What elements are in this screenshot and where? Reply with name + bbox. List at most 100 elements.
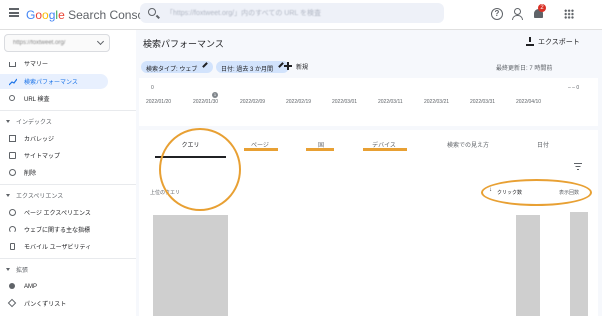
remove-icon (9, 169, 16, 176)
y-axis-zero-right: – – 0 (568, 85, 580, 91)
sidebar-item-label: URL 検査 (24, 97, 50, 103)
zero-label: 0 (576, 85, 580, 91)
x-tick: 2022/03/11 (378, 99, 403, 105)
logo-letter: e (58, 8, 65, 22)
search-icon (9, 95, 15, 101)
divider (0, 184, 136, 185)
redacted-impressions-column (570, 212, 588, 316)
sidebar-item-label: サイトマップ (24, 154, 61, 160)
chip-label: 検索タイプ: ウェブ (146, 67, 198, 73)
tab-highlight-underline (244, 148, 278, 151)
sidebar-item-label: カバレッジ (24, 137, 55, 143)
x-tick: 2022/03/31 (470, 99, 496, 105)
x-tick: 2022/04/10 (516, 99, 542, 105)
speed-icon (9, 226, 16, 233)
sidebar-item-page-experience[interactable]: ページ エクスペリエンス (0, 205, 136, 220)
chart-annotation-marker[interactable]: 1 (212, 92, 218, 98)
mobile-icon (10, 243, 15, 250)
top-bar: Google Search Console 「https://foxtweet.… (0, 0, 602, 30)
filter-line (577, 169, 579, 171)
sidebar-item-label: AMP (24, 283, 38, 290)
sidebar-item-removals[interactable]: 削除 (0, 165, 136, 180)
export-button[interactable]: エクスポート (538, 37, 580, 47)
url-inspect-search[interactable]: 「https://foxtweet.org/」内のすべての URL を検査 (140, 3, 444, 23)
filter-line (575, 166, 581, 168)
download-icon[interactable] (526, 37, 534, 46)
divider (0, 110, 136, 111)
x-tick: 2022/01/30 (193, 99, 219, 105)
sidebar-item-label: ウェブに関する主な指標 (24, 228, 91, 234)
property-selector[interactable]: https://foxtweet.org/ (4, 34, 110, 52)
sidebar-item-web-vitals[interactable]: ウェブに関する主な指標 (0, 222, 136, 237)
highlight-oval-query-tab (159, 128, 241, 211)
plus-icon[interactable] (284, 62, 292, 70)
apps-grid-icon[interactable] (564, 9, 574, 19)
filter-line (574, 163, 582, 165)
coverage-icon (9, 135, 16, 142)
x-tick: 2022/02/09 (240, 99, 266, 105)
sidebar-item-breadcrumbs[interactable]: パンくずリスト (0, 296, 136, 311)
caret-down-icon (6, 120, 10, 123)
property-label: https://foxtweet.org/ (13, 40, 66, 46)
breadcrumb-icon (7, 298, 17, 308)
sidebar-item-label: ページ エクスペリエンス (24, 211, 91, 217)
sidebar-item-label: サマリー (24, 62, 49, 68)
tab-date[interactable]: 日付 (530, 140, 556, 149)
x-tick: 2022/03/21 (424, 99, 450, 105)
logo-letter: o (42, 8, 49, 22)
notification-badge: 2 (538, 4, 546, 12)
logo-letter: G (26, 8, 36, 22)
sidebar-item-label: 検索パフォーマンス (24, 80, 78, 86)
x-tick: 2022/02/19 (286, 99, 312, 105)
divider (0, 258, 136, 259)
edit-icon (202, 62, 209, 68)
section-index[interactable]: インデックス (6, 117, 52, 126)
sidebar-item-url-inspect[interactable]: URL 検査 (0, 91, 136, 106)
redacted-clicks-column (516, 215, 540, 316)
last-updated: 最終更新日: 7 時間前 (496, 66, 553, 72)
search-icon (148, 8, 156, 16)
chevron-down-icon (96, 37, 105, 46)
filter-chip-date[interactable]: 日付: 過去 3 か月間 (216, 61, 290, 73)
sidebar-item-mobile-usability[interactable]: モバイル ユーザビリティ (0, 239, 136, 254)
sitemap-icon (9, 152, 16, 159)
help-icon[interactable]: ? (491, 8, 503, 20)
sidebar-item-label: パンくずリスト (24, 302, 67, 308)
sidebar-item-label: 削除 (24, 171, 37, 177)
home-icon (9, 62, 16, 67)
sidebar-item-summary[interactable]: サマリー (0, 56, 136, 71)
highlight-oval-metrics (481, 179, 592, 206)
section-label: 拡張 (16, 268, 29, 274)
page-experience-icon (9, 209, 16, 216)
sidebar-item-label: モバイル ユーザビリティ (24, 245, 92, 251)
sidebar-item-sitemap[interactable]: サイトマップ (0, 148, 136, 163)
search-console-logo[interactable]: Google Search Console (26, 8, 153, 22)
users-icon[interactable] (512, 8, 524, 20)
caret-down-icon (6, 268, 10, 271)
section-label: エクスペリエンス (16, 194, 64, 200)
sidebar-item-amp[interactable]: AMP (0, 279, 136, 294)
hamburger-menu-icon[interactable] (9, 8, 19, 17)
redacted-query-column (153, 215, 228, 316)
sidebar-item-coverage[interactable]: カバレッジ (0, 131, 136, 146)
sidebar-item-performance[interactable]: 検索パフォーマンス (0, 74, 108, 89)
x-tick: 2022/01/20 (146, 99, 172, 105)
trending-up-icon (9, 78, 17, 86)
x-tick: 2022/03/01 (332, 99, 358, 105)
tab-search-appearance[interactable]: 検索での見え方 (436, 140, 500, 149)
tab-highlight-underline (363, 148, 407, 151)
page-title: 検索パフォーマンス (143, 39, 224, 49)
y-axis-zero-left: 0 (151, 85, 154, 91)
edit-icon (278, 62, 284, 68)
section-label: インデックス (16, 120, 52, 126)
filter-chip-search-type[interactable]: 検索タイプ: ウェブ (141, 61, 214, 73)
caret-down-icon (6, 194, 10, 197)
section-experience[interactable]: エクスペリエンス (6, 191, 63, 200)
search-input[interactable]: 「https://foxtweet.org/」内のすべての URL を検査 (166, 8, 321, 18)
tab-highlight-underline (306, 148, 334, 151)
new-filter-button[interactable]: 新規 (296, 62, 308, 71)
filter-icon[interactable] (574, 163, 582, 171)
amp-icon (9, 283, 15, 289)
section-enhancements[interactable]: 拡張 (6, 265, 28, 274)
chip-label: 日付: 過去 3 か月間 (221, 67, 274, 73)
